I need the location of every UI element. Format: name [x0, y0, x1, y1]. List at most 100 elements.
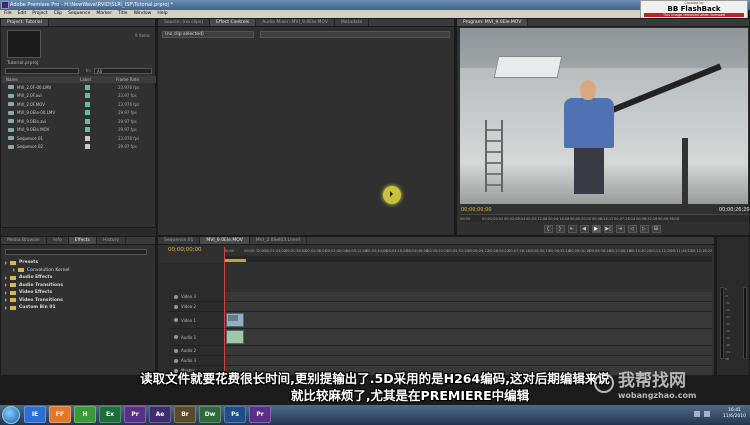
- tray-volume-icon[interactable]: [704, 411, 710, 417]
- timeline-time-ruler[interactable]: 00;00 00;00;32;0000;01;04;0200;01;36;0200…: [224, 247, 712, 255]
- mark-out-button[interactable]: }: [555, 225, 565, 233]
- effects-search-input[interactable]: [5, 249, 147, 255]
- taskbar-clock[interactable]: 16:41 11/6/2010: [723, 408, 746, 420]
- track-header[interactable]: Audio 1: [168, 335, 224, 340]
- project-item[interactable]: MVI_9.0Ele-00.LMV 29.97 fps: [2, 109, 156, 118]
- tab-sequence-other[interactable]: MVI_2.0Sel03.Lnent: [250, 237, 308, 244]
- project-item-label-swatch[interactable]: [85, 127, 90, 133]
- project-item[interactable]: MVI_2.0F-00.LMV 23.976 fps: [2, 83, 156, 92]
- project-item[interactable]: Sequence 01 23.976 fps: [2, 134, 156, 143]
- project-item-label-swatch[interactable]: [85, 101, 90, 107]
- tray-network-icon[interactable]: [694, 411, 700, 417]
- track-lane[interactable]: [224, 292, 712, 301]
- program-current-timecode[interactable]: 00;00;00;00: [461, 207, 492, 213]
- start-button[interactable]: [2, 406, 20, 424]
- go-to-out-button[interactable]: ⇥: [615, 225, 625, 233]
- mark-in-button[interactable]: {: [543, 225, 553, 233]
- taskbar-app-8[interactable]: Ps: [224, 406, 246, 423]
- effects-tree-item[interactable]: Audio Transitions: [5, 282, 69, 290]
- menu-edit[interactable]: Edit: [18, 10, 27, 18]
- project-item[interactable]: MVI_2.0F.avi 23.97 fps: [2, 92, 156, 101]
- step-back-button[interactable]: ◀: [579, 225, 589, 233]
- lift-button[interactable]: ◁: [627, 225, 637, 233]
- effects-tree-item[interactable]: Presets: [5, 259, 69, 267]
- menu-title[interactable]: Title: [118, 10, 128, 18]
- track-lane[interactable]: [224, 312, 712, 328]
- audio-clip[interactable]: [226, 330, 244, 344]
- tab-source[interactable]: Source: (no clips): [158, 19, 211, 26]
- tab-program[interactable]: Program: MVI_9.0Ele.MOV: [457, 19, 529, 26]
- col-name[interactable]: Name: [2, 76, 80, 83]
- tab-metadata[interactable]: Metadata: [335, 19, 370, 26]
- menu-marker[interactable]: Marker: [96, 10, 112, 18]
- step-forward-button[interactable]: ▶|: [603, 225, 613, 233]
- taskbar-app-5[interactable]: Ae: [149, 406, 171, 423]
- tab-sequence-mvi[interactable]: MVI_9.0Ele.MOV: [200, 237, 250, 244]
- effects-tree-item[interactable]: Video Transitions: [5, 297, 69, 305]
- effects-tree-item[interactable]: Video Effects: [5, 289, 69, 297]
- eye-icon[interactable]: [174, 304, 178, 309]
- col-label[interactable]: Label: [80, 76, 116, 83]
- project-item-label-swatch[interactable]: [85, 110, 90, 116]
- tab-history[interactable]: History: [97, 237, 127, 244]
- menu-sequence[interactable]: Sequence: [68, 10, 90, 18]
- timeline-timecode[interactable]: 00;00;00;00: [168, 247, 202, 253]
- taskbar-app-3[interactable]: Ex: [99, 406, 121, 423]
- premiere-app-icon[interactable]: [1, 1, 9, 9]
- track-lane[interactable]: [224, 346, 712, 355]
- effects-tree-item[interactable]: Convolution Kernel: [5, 267, 69, 275]
- project-search-input[interactable]: [5, 68, 79, 74]
- track-lane[interactable]: [224, 329, 712, 345]
- work-area-bar[interactable]: [224, 256, 712, 262]
- project-item-label-swatch[interactable]: [85, 144, 90, 150]
- tab-effects[interactable]: Effects: [68, 237, 98, 244]
- expand-triangle-icon[interactable]: [13, 268, 15, 273]
- project-item[interactable]: MVI_2.0F.MOV 23.976 fps: [2, 100, 156, 109]
- expand-triangle-icon[interactable]: [5, 260, 7, 265]
- taskbar-app-4[interactable]: Pr: [124, 406, 146, 423]
- taskbar-app-1[interactable]: FF: [49, 406, 71, 423]
- menu-project[interactable]: Project: [32, 10, 47, 18]
- project-item[interactable]: MVI_9.0Ele.avi 29.97 fps: [2, 117, 156, 126]
- extract-button[interactable]: ▷: [639, 225, 649, 233]
- menu-clip[interactable]: Clip: [54, 10, 63, 18]
- tab-media-browser[interactable]: Media Browser: [1, 237, 48, 244]
- tab-effect-controls[interactable]: Effect Controls: [210, 19, 257, 26]
- menu-file[interactable]: File: [4, 10, 12, 18]
- export-frame-button[interactable]: ⊞: [651, 225, 661, 233]
- eye-icon[interactable]: [174, 294, 178, 299]
- effects-tree-item[interactable]: Audio Effects: [5, 274, 69, 282]
- menu-window[interactable]: Window: [134, 10, 152, 18]
- work-area-handle[interactable]: [224, 259, 246, 262]
- taskbar-app-7[interactable]: Dw: [199, 406, 221, 423]
- speaker-icon[interactable]: [174, 335, 178, 339]
- project-in-select[interactable]: All: [94, 68, 152, 74]
- track-header[interactable]: Video 1: [168, 318, 224, 323]
- track-header[interactable]: Video 2: [168, 304, 224, 309]
- taskbar-app-0[interactable]: IE: [24, 406, 46, 423]
- track-lane[interactable]: [224, 356, 712, 365]
- tab-info[interactable]: Info: [47, 237, 69, 244]
- effects-tree-item[interactable]: Custom Bin 01: [5, 304, 69, 312]
- tab-audio-mixer[interactable]: Audio Mixer: MVI_9.0Ele.MOV: [256, 19, 335, 26]
- project-item[interactable]: Sequence 02 29.97 fps: [2, 143, 156, 152]
- speaker-icon[interactable]: [174, 348, 178, 353]
- expand-triangle-icon[interactable]: [5, 275, 7, 280]
- col-frame-rate[interactable]: Frame Rate: [116, 76, 139, 83]
- taskbar-app-2[interactable]: H: [74, 406, 96, 423]
- track-lane[interactable]: [224, 302, 712, 311]
- timeline-playhead[interactable]: [224, 247, 225, 371]
- play-button[interactable]: ▶: [591, 225, 601, 233]
- project-item-label-swatch[interactable]: [85, 93, 90, 99]
- tab-project[interactable]: Project: Tutorial: [1, 19, 49, 26]
- project-item-label-swatch[interactable]: [85, 118, 90, 124]
- track-header[interactable]: Audio 3: [168, 358, 224, 363]
- taskbar-app-6[interactable]: Br: [174, 406, 196, 423]
- expand-triangle-icon[interactable]: [5, 290, 7, 295]
- program-time-ruler[interactable]: 00;00 00;01;04;0200;02;08;0400;03;12;0600…: [460, 214, 748, 222]
- go-to-in-button[interactable]: ⇤: [567, 225, 577, 233]
- tab-sequence-01[interactable]: Sequence 01: [158, 237, 201, 244]
- video-clip[interactable]: [226, 313, 244, 327]
- speaker-icon[interactable]: [174, 358, 178, 363]
- project-item[interactable]: MVI_9.0Ele.MOV 29.97 fps: [2, 126, 156, 135]
